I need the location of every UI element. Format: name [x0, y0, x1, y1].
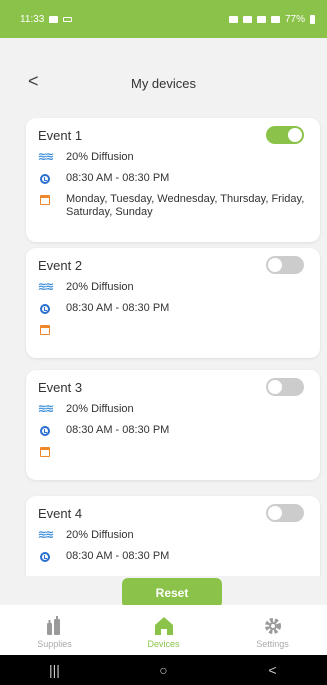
event-toggle[interactable]: [266, 378, 304, 396]
event-card[interactable]: Event 3 ≋≋ 20% Diffusion 08:30 AM - 08:3…: [26, 370, 320, 480]
status-bar: 11:33 77%: [0, 0, 327, 38]
status-time: 11:33: [20, 13, 45, 25]
toggle-knob: [268, 380, 282, 394]
reset-button[interactable]: Reset: [122, 578, 222, 608]
bottles-icon: [46, 615, 60, 635]
days-row: [38, 323, 308, 336]
battery-icon: [310, 14, 315, 24]
system-back-button[interactable]: <: [243, 662, 303, 678]
nav-devices[interactable]: Devices: [109, 605, 218, 655]
recents-button[interactable]: |||: [25, 662, 85, 678]
diffusion-row: ≋≋ 20% Diffusion: [38, 403, 308, 416]
diffusion-waves-icon: ≋≋: [37, 151, 54, 163]
system-nav-bar: ||| ○ <: [0, 655, 327, 685]
event-toggle[interactable]: [266, 256, 304, 274]
mute-icon: [242, 15, 252, 23]
notification-icon: [49, 15, 59, 23]
diffusion-value: 20% Diffusion: [66, 151, 134, 163]
event-card[interactable]: Event 1 ≋≋ 20% Diffusion 08:30 AM - 08:3…: [26, 118, 320, 242]
days-row: [38, 445, 308, 458]
diffusion-waves-icon: ≋≋: [37, 281, 54, 293]
time-row: 08:30 AM - 08:30 PM: [38, 302, 308, 315]
days-row: Monday, Tuesday, Wednesday, Thursday, Fr…: [38, 193, 308, 219]
nav-supplies-label: Supplies: [37, 638, 72, 649]
nav-settings-label: Settings: [256, 638, 289, 649]
time-value: 08:30 AM - 08:30 PM: [66, 172, 170, 184]
home-button[interactable]: ○: [134, 662, 194, 678]
diffusion-waves-icon: ≋≋: [37, 529, 54, 541]
time-row: 08:30 AM - 08:30 PM: [38, 550, 308, 563]
time-row: 08:30 AM - 08:30 PM: [38, 172, 308, 185]
toggle-knob: [268, 258, 282, 272]
nav-settings[interactable]: Settings: [218, 605, 327, 655]
home-icon: [154, 616, 173, 635]
wifi-icon: [256, 15, 266, 23]
time-value: 08:30 AM - 08:30 PM: [66, 302, 170, 314]
nav-supplies[interactable]: Supplies: [0, 605, 109, 655]
time-row: 08:30 AM - 08:30 PM: [38, 424, 308, 437]
time-value: 08:30 AM - 08:30 PM: [66, 550, 170, 562]
calendar-icon: [40, 446, 50, 457]
diffusion-value: 20% Diffusion: [66, 403, 134, 415]
nav-devices-label: Devices: [147, 638, 180, 649]
diffusion-waves-icon: ≋≋: [37, 403, 54, 415]
clock-icon: [40, 303, 50, 314]
diffusion-row: ≋≋ 20% Diffusion: [38, 529, 308, 542]
diffusion-value: 20% Diffusion: [66, 529, 134, 541]
battery-percent: 77%: [284, 13, 305, 25]
clock-icon: [40, 425, 50, 436]
signal-icon: [270, 15, 280, 23]
event-card[interactable]: Event 4 ≋≋ 20% Diffusion 08:30 AM - 08:3…: [26, 496, 320, 576]
diffusion-row: ≋≋ 20% Diffusion: [38, 281, 308, 294]
time-value: 08:30 AM - 08:30 PM: [66, 424, 170, 436]
clock-icon: [40, 551, 50, 562]
toggle-knob: [288, 128, 302, 142]
voicemail-icon: [63, 16, 73, 22]
nfc-icon: [228, 15, 238, 23]
page-title: My devices: [130, 76, 197, 91]
calendar-icon: [40, 324, 50, 335]
toggle-knob: [268, 506, 282, 520]
event-toggle[interactable]: [266, 504, 304, 522]
clock-icon: [40, 173, 50, 184]
diffusion-value: 20% Diffusion: [66, 281, 134, 293]
header: < My devices: [0, 38, 327, 118]
bottom-nav: Supplies Devices Settings: [0, 605, 327, 655]
calendar-icon: [40, 194, 50, 205]
gear-icon: [264, 617, 281, 634]
event-list[interactable]: Event 1 ≋≋ 20% Diffusion 08:30 AM - 08:3…: [0, 116, 327, 576]
event-card[interactable]: Event 2 ≋≋ 20% Diffusion 08:30 AM - 08:3…: [26, 248, 320, 358]
diffusion-row: ≋≋ 20% Diffusion: [38, 151, 308, 164]
event-toggle[interactable]: [266, 126, 304, 144]
days-value: Monday, Tuesday, Wednesday, Thursday, Fr…: [66, 193, 305, 218]
